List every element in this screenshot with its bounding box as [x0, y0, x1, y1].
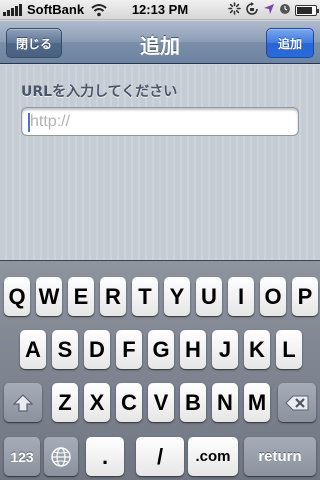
key-t[interactable]: T: [132, 277, 158, 316]
key-i[interactable]: I: [228, 277, 254, 316]
url-field[interactable]: [21, 107, 299, 136]
key-x[interactable]: X: [84, 383, 110, 422]
key-o[interactable]: O: [260, 277, 286, 316]
key-r[interactable]: R: [100, 277, 126, 316]
key-g[interactable]: G: [148, 330, 174, 369]
key-c[interactable]: C: [116, 383, 142, 422]
key-s[interactable]: S: [52, 330, 78, 369]
activity-spinner-icon: [228, 2, 241, 18]
key-m[interactable]: M: [244, 383, 270, 422]
shift-arrow-icon: [13, 393, 33, 412]
battery-icon: [295, 4, 319, 16]
key-y[interactable]: Y: [164, 277, 190, 316]
content-area: URLを入力してください: [0, 65, 320, 260]
key-p[interactable]: P: [292, 277, 318, 316]
delete-key[interactable]: [278, 383, 316, 422]
shift-key[interactable]: [4, 383, 42, 422]
slash-key[interactable]: /: [136, 437, 184, 476]
url-input[interactable]: [30, 112, 292, 132]
key-f[interactable]: F: [116, 330, 142, 369]
navigation-bar: 閉じる 追加 追加: [0, 20, 320, 64]
numbers-key[interactable]: 123: [4, 437, 40, 476]
key-l[interactable]: L: [276, 330, 302, 369]
key-n[interactable]: N: [212, 383, 238, 422]
alarm-icon: [279, 3, 291, 18]
key-b[interactable]: B: [180, 383, 206, 422]
globe-key[interactable]: [44, 437, 78, 476]
key-k[interactable]: K: [244, 330, 270, 369]
key-d[interactable]: D: [84, 330, 110, 369]
key-q[interactable]: Q: [4, 277, 30, 316]
key-e[interactable]: E: [68, 277, 94, 316]
return-key[interactable]: return: [244, 437, 316, 476]
add-button[interactable]: 追加: [266, 28, 314, 58]
url-prompt-label: URLを入力してください: [21, 84, 178, 100]
key-j[interactable]: J: [212, 330, 238, 369]
key-v[interactable]: V: [148, 383, 174, 422]
key-w[interactable]: W: [36, 277, 62, 316]
key-z[interactable]: Z: [52, 383, 78, 422]
dot-key[interactable]: .: [86, 437, 124, 476]
globe-icon: [51, 446, 71, 467]
location-arrow-icon: [263, 3, 275, 18]
rotation-lock-icon: [245, 1, 259, 19]
key-h[interactable]: H: [180, 330, 206, 369]
key-a[interactable]: A: [20, 330, 46, 369]
dotcom-key[interactable]: .com: [188, 437, 238, 476]
delete-backspace-icon: [285, 395, 309, 410]
key-u[interactable]: U: [196, 277, 222, 316]
status-bar: SoftBank 12:13 PM: [0, 0, 320, 20]
keyboard: Q W E R T Y U I O P A S D F G H J K L Z …: [0, 260, 320, 480]
